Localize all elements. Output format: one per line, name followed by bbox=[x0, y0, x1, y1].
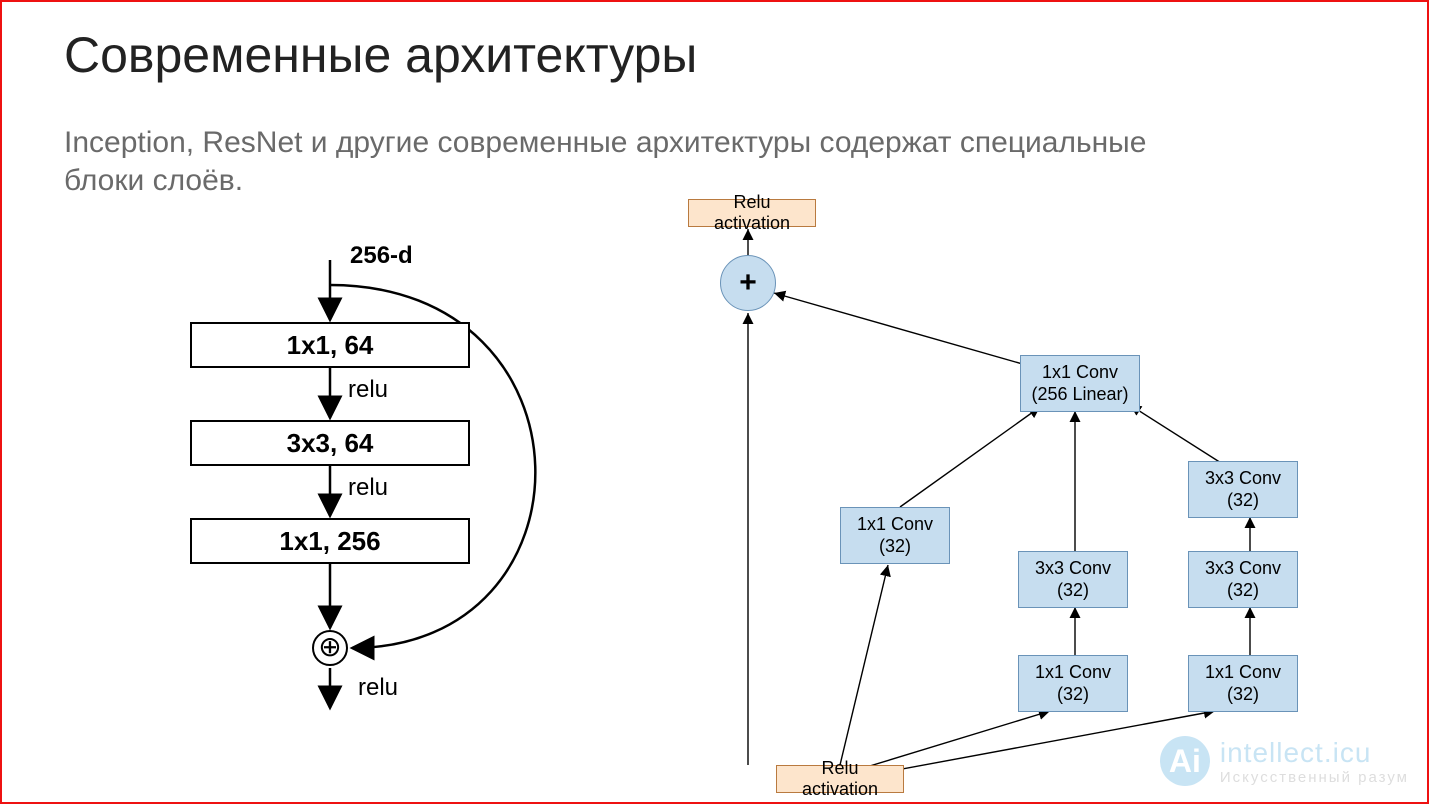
conv-1x1-256: 1x1, 256 bbox=[190, 518, 470, 564]
sum-node-blue: + bbox=[720, 255, 776, 311]
conv-sublabel: (32) bbox=[1057, 580, 1089, 602]
inception-block-diagram: Relu activation + 1x1 Conv (256 Linear) … bbox=[640, 195, 1420, 805]
watermark-title: intellect.icu bbox=[1220, 737, 1409, 769]
relu-label-3: relu bbox=[358, 674, 398, 702]
branch2a-conv-3x3-32: 3x3 Conv (32) bbox=[1018, 551, 1128, 608]
relu-label-1: relu bbox=[348, 376, 388, 404]
conv-label: 1x1 Conv bbox=[1035, 662, 1111, 684]
relu-activation-top: Relu activation bbox=[688, 199, 816, 227]
resnet-block-diagram: 256-d 1x1, 64 relu 3x3, 64 relu 1x1, 256… bbox=[170, 250, 620, 790]
conv-sublabel: (32) bbox=[1227, 580, 1259, 602]
conv-sublabel: (32) bbox=[1227, 684, 1259, 706]
branch3b-conv-3x3-32: 3x3 Conv (32) bbox=[1188, 551, 1298, 608]
conv-label: 3x3 Conv bbox=[1205, 558, 1281, 580]
conv-label: 3x3 Conv bbox=[1205, 468, 1281, 490]
conv-sublabel: (256 Linear) bbox=[1031, 384, 1128, 406]
slide-title: Современные архитектуры bbox=[64, 26, 697, 84]
input-label: 256-d bbox=[350, 242, 413, 270]
sum-node: ⊕ bbox=[312, 630, 348, 666]
watermark-subtitle: Искусственный разум bbox=[1220, 769, 1409, 786]
branch1-conv-1x1-32: 1x1 Conv (32) bbox=[840, 507, 950, 564]
conv-1x1-256-linear: 1x1 Conv (256 Linear) bbox=[1020, 355, 1140, 412]
conv-sublabel: (32) bbox=[879, 536, 911, 558]
branch2b-conv-1x1-32: 1x1 Conv (32) bbox=[1018, 655, 1128, 712]
relu-label-2: relu bbox=[348, 474, 388, 502]
conv-3x3-64: 3x3, 64 bbox=[190, 420, 470, 466]
branch3a-conv-3x3-32: 3x3 Conv (32) bbox=[1188, 461, 1298, 518]
branch3c-conv-1x1-32: 1x1 Conv (32) bbox=[1188, 655, 1298, 712]
relu-activation-bottom: Relu activation bbox=[776, 765, 904, 793]
conv-sublabel: (32) bbox=[1057, 684, 1089, 706]
conv-1x1-64: 1x1, 64 bbox=[190, 322, 470, 368]
watermark: Ai intellect.icu Искусственный разум bbox=[1160, 736, 1409, 786]
conv-label: 1x1 Conv bbox=[1042, 362, 1118, 384]
conv-label: 1x1 Conv bbox=[1205, 662, 1281, 684]
conv-label: 3x3 Conv bbox=[1035, 558, 1111, 580]
conv-sublabel: (32) bbox=[1227, 490, 1259, 512]
watermark-logo: Ai bbox=[1160, 736, 1210, 786]
slide-subtitle: Inception, ResNet и другие современные а… bbox=[64, 124, 1164, 199]
conv-label: 1x1 Conv bbox=[857, 514, 933, 536]
